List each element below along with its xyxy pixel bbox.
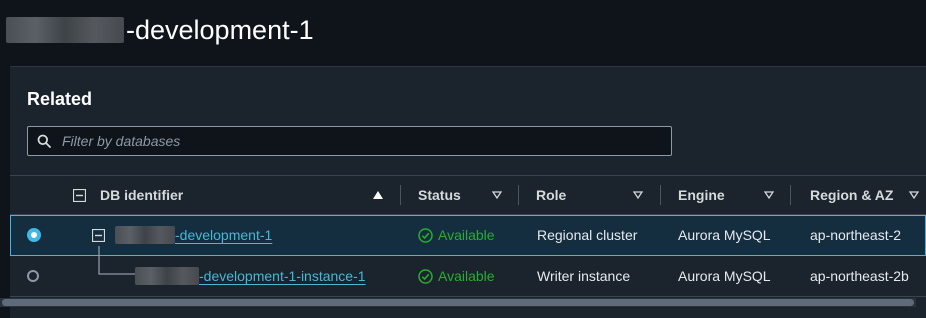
table-row[interactable]: -development-1 Available Regional cluste… [10, 215, 926, 256]
filter-field[interactable] [27, 126, 672, 156]
table-row[interactable]: -development-1-instance-1 Available Writ… [10, 246, 926, 297]
related-header: Related [27, 89, 93, 109]
redacted-name [6, 17, 124, 43]
databases-table: DB identifier Status Role Engine Region … [10, 175, 926, 297]
column-engine-label: Engine [678, 187, 725, 203]
cell-status: Available [418, 256, 495, 296]
column-db-identifier[interactable]: DB identifier [73, 176, 403, 214]
table-header: DB identifier Status Role Engine Region … [10, 175, 926, 215]
column-separator [790, 185, 791, 205]
redacted-name [115, 226, 175, 244]
column-status[interactable]: Status [400, 176, 516, 214]
column-region-az-label: Region & AZ [810, 187, 894, 203]
redacted-name [135, 267, 199, 285]
page-title: -development-1 [0, 0, 926, 60]
sort-icon[interactable] [633, 190, 643, 200]
column-separator [660, 185, 661, 205]
column-engine[interactable]: Engine [660, 176, 788, 214]
cell-status: Available [418, 215, 495, 255]
related-panel: Related DB identifier Status [10, 66, 926, 318]
radio-button[interactable] [27, 270, 39, 282]
row-select[interactable] [27, 256, 39, 296]
column-separator [518, 185, 519, 205]
status-text: Available [438, 268, 495, 284]
sort-icon[interactable] [492, 190, 502, 200]
tree-connector [98, 246, 136, 275]
cell-region: ap-northeast-2b [810, 268, 909, 284]
column-status-label: Status [418, 187, 461, 203]
radio-button-selected[interactable] [27, 228, 41, 242]
filter-input[interactable] [60, 132, 654, 150]
cell-engine: Aurora MySQL [678, 227, 771, 243]
cell-engine: Aurora MySQL [678, 268, 771, 284]
check-circle-icon [418, 227, 433, 243]
collapse-icon[interactable] [92, 228, 105, 242]
column-db-identifier-label: DB identifier [100, 187, 184, 203]
cell-role: Writer instance [537, 268, 631, 284]
status-text: Available [438, 227, 495, 243]
sort-icon[interactable] [764, 190, 774, 200]
search-icon [37, 134, 51, 148]
cell-role: Regional cluster [537, 227, 638, 243]
check-circle-icon [418, 268, 433, 284]
sort-icon[interactable] [909, 190, 919, 200]
sort-ascending-icon[interactable] [373, 190, 383, 200]
cell-db-identifier: -development-1-instance-1 [135, 256, 366, 296]
horizontal-scrollbar[interactable] [0, 298, 916, 307]
db-identifier-link[interactable]: -development-1-instance-1 [199, 268, 366, 284]
cell-region: ap-northeast-2 [810, 227, 902, 243]
column-region-az[interactable]: Region & AZ [790, 176, 926, 214]
column-separator [400, 185, 401, 205]
db-identifier-link[interactable]: -development-1 [175, 227, 272, 243]
scrollbar-thumb[interactable] [2, 299, 914, 306]
page-title-text: -development-1 [126, 14, 314, 45]
row-select[interactable] [27, 215, 41, 255]
column-role-label: Role [536, 187, 567, 203]
column-role[interactable]: Role [518, 176, 659, 214]
collapse-all-icon[interactable] [73, 188, 86, 202]
